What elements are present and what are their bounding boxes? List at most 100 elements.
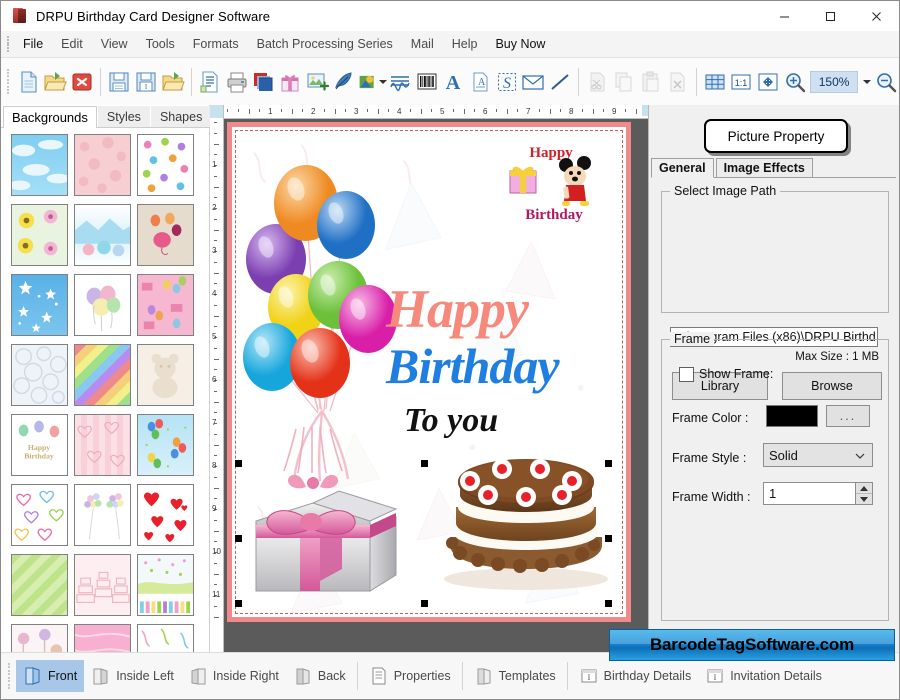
bottom-item-invitation-details[interactable]: I Invitation Details [698,660,829,692]
new-document-icon[interactable] [15,66,42,98]
menu-view[interactable]: View [92,34,137,54]
open-folder-icon[interactable] [42,66,69,98]
selection-handle-mid-left[interactable] [235,535,242,542]
chevron-down-icon[interactable] [863,79,872,84]
background-thumb-happy-birthday-banner[interactable]: Happy Birthday [11,414,68,476]
bottom-item-inside-left[interactable]: Inside Left [84,660,181,692]
design-canvas-area[interactable]: 123456789 1 2 3 4 5 6 7 8 9 10 11 Happy … [210,105,648,653]
menu-buy-now[interactable]: Buy Now [486,34,554,54]
background-thumb-pastel-balloons[interactable] [74,274,131,336]
gift-box-image[interactable] [242,425,424,605]
menu-grip-handle[interactable] [5,35,12,53]
background-thumb-outline-hearts[interactable] [11,484,68,546]
selection-handle-top-left[interactable] [235,460,242,467]
copy-icon[interactable] [611,66,638,98]
stepper-down-icon[interactable] [856,494,872,504]
delete-icon[interactable] [664,66,691,98]
shape-picture-icon[interactable] [357,66,387,98]
bottom-item-front[interactable]: Front [16,660,85,692]
background-thumb-balloon-bouquets[interactable] [74,484,131,546]
stepper-up-icon[interactable] [856,483,872,494]
tab-image-effects[interactable]: Image Effects [715,158,813,177]
barcode-icon[interactable] [413,66,440,98]
background-thumb-pink-cakes[interactable] [74,554,131,616]
menu-tools[interactable]: Tools [137,34,184,54]
selection-handle-bottom-right[interactable] [605,600,612,607]
selection-handle-mid-right[interactable] [605,535,612,542]
close-document-icon[interactable] [69,66,96,98]
bottom-item-inside-right[interactable]: Inside Right [181,660,286,692]
background-thumb-pink-texture[interactable] [74,134,131,196]
toolbar-grip-handle[interactable] [5,68,11,95]
tab-shapes[interactable]: Shapes [150,106,212,127]
menu-help[interactable]: Help [443,34,487,54]
envelope-icon[interactable] [520,66,547,98]
bottom-item-back[interactable]: Back [286,660,353,692]
maximize-button[interactable] [807,1,853,31]
bottom-item-properties[interactable]: Properties [362,660,458,692]
zoom-in-icon[interactable] [781,66,808,98]
birthday-cake-image[interactable] [436,441,616,593]
close-button[interactable] [853,1,899,31]
bottom-toolbar-grip[interactable] [6,663,13,689]
frame-width-stepper[interactable] [855,483,872,504]
background-thumb-lollipops[interactable] [11,624,68,653]
menu-batch-processing-series[interactable]: Batch Processing Series [248,34,402,54]
frame-color-swatch[interactable] [766,405,818,427]
frame-color-picker-button[interactable]: ... [826,405,870,427]
paste-icon[interactable] [637,66,664,98]
background-thumb-beige-balloons[interactable] [137,204,194,266]
background-thumb-red-hearts[interactable] [137,484,194,546]
tab-styles[interactable]: Styles [97,106,150,127]
show-frame-checkbox[interactable] [679,367,694,382]
card-design-wrapper[interactable]: Happy Birthday Happy Birthday To you [227,122,631,622]
tab-general[interactable]: General [651,158,714,178]
menu-file[interactable]: File [14,34,52,54]
chevron-down-icon[interactable] [378,79,387,84]
print-preview-icon[interactable] [197,66,224,98]
background-thumb-pink-swirl[interactable] [74,624,131,653]
zoom-level-select[interactable]: 150% [810,70,859,93]
background-thumb-bubbles[interactable] [11,344,68,406]
mickey-greeting-image[interactable]: Happy Birthday [496,141,606,231]
insert-image-icon[interactable] [303,66,330,98]
grid-icon[interactable] [702,66,729,98]
card-inner-area[interactable]: Happy Birthday Happy Birthday To you [235,130,623,614]
background-thumb-party-streamers[interactable] [137,624,194,653]
background-thumb-blue-stars[interactable] [11,274,68,336]
text-icon[interactable]: A [440,66,467,98]
fit-page-icon[interactable] [755,66,782,98]
tab-backgrounds[interactable]: Backgrounds [3,106,97,128]
card-canvas[interactable]: Happy Birthday Happy Birthday To you [227,122,631,622]
cut-icon[interactable] [584,66,611,98]
background-thumb-sky-balloons[interactable] [137,414,194,476]
menu-formats[interactable]: Formats [184,34,248,54]
background-thumb-clouds-sky[interactable] [11,134,68,196]
save-as-icon[interactable]: I [133,66,160,98]
selection-handle-top-center[interactable] [421,460,428,467]
frame-style-select[interactable]: Solid [763,443,873,467]
background-thumb-garden-fence[interactable] [137,554,194,616]
watermark-text-icon[interactable]: A [467,66,494,98]
background-thumb-daisy-flowers[interactable] [11,204,68,266]
line-icon[interactable] [547,66,574,98]
menu-edit[interactable]: Edit [52,34,92,54]
frame-width-input[interactable]: 1 [763,482,873,505]
chevron-down-icon[interactable] [855,448,865,463]
bottom-item-birthday-details[interactable]: I Birthday Details [572,660,699,692]
background-thumb-cream-teddy[interactable] [137,344,194,406]
background-thumb-snow-scene[interactable] [74,204,131,266]
zoom-out-icon[interactable] [872,66,899,98]
background-thumb-green-stripes[interactable] [11,554,68,616]
export-folder-icon[interactable] [159,66,186,98]
card-layers-icon[interactable] [250,66,277,98]
signature-icon[interactable] [387,66,414,98]
selection-handle-bottom-center[interactable] [421,600,428,607]
minimize-button[interactable] [761,1,807,31]
card-headline-group[interactable]: Happy Birthday To you [386,282,622,438]
actual-size-icon[interactable]: 1:1 [728,66,755,98]
zoom-dropdown-arrow[interactable] [858,66,872,98]
save-icon[interactable] [106,66,133,98]
selection-handle-bottom-left[interactable] [235,600,242,607]
background-thumb-pink-party[interactable] [137,274,194,336]
